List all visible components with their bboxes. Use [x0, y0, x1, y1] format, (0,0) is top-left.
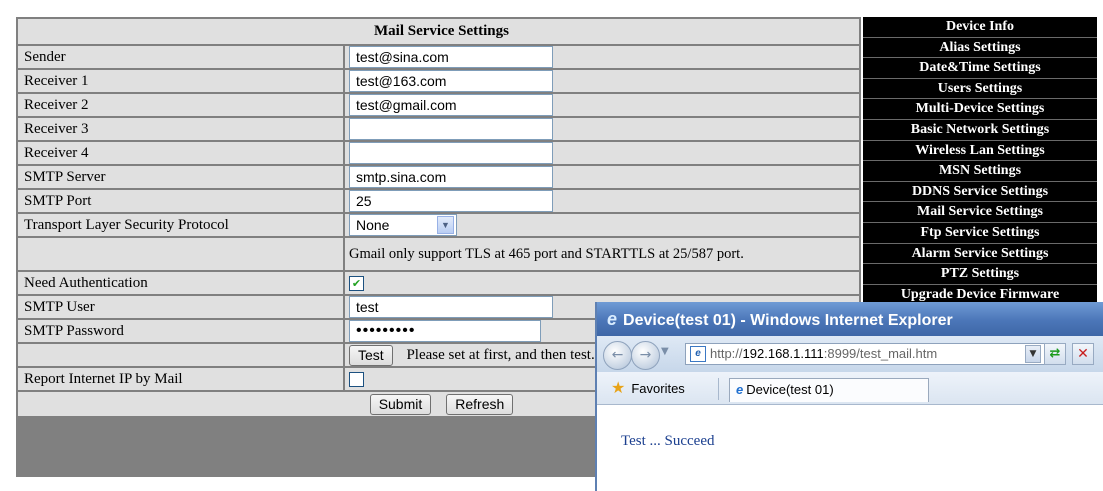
- sender-input[interactable]: test@sina.com: [349, 46, 553, 68]
- tab-label: Device(test 01): [746, 382, 834, 397]
- tls-label: Transport Layer Security Protocol: [18, 214, 343, 236]
- smtp-server-label: SMTP Server: [18, 166, 343, 188]
- receiver4-input[interactable]: [349, 142, 553, 164]
- ie-popup-window: e Device(test 01) - Windows Internet Expl…: [595, 302, 1103, 491]
- receiver2-label: Receiver 2: [18, 94, 343, 116]
- history-dropdown-icon[interactable]: ▼: [661, 346, 669, 357]
- ie-logo-icon: e: [607, 309, 618, 329]
- smtp-port-label: SMTP Port: [18, 190, 343, 212]
- stop-icon[interactable]: ✕: [1072, 343, 1094, 365]
- refresh-icon[interactable]: ⇄: [1044, 343, 1066, 365]
- smtp-password-input[interactable]: •••••••••: [349, 320, 541, 342]
- refresh-button[interactable]: Refresh: [446, 393, 514, 415]
- url-dropdown-icon[interactable]: ▼: [1025, 345, 1041, 363]
- smtp-user-input[interactable]: test: [349, 296, 553, 318]
- forward-arrow-icon[interactable]: →: [631, 341, 660, 370]
- checkmark-icon: ✔: [351, 276, 362, 290]
- receiver4-label: Receiver 4: [18, 142, 343, 164]
- tab-ie-icon: e: [736, 382, 744, 397]
- toolbar-separator: [718, 378, 719, 400]
- tls-note-spacer: [18, 238, 343, 270]
- test-row-spacer: [18, 344, 343, 366]
- favorites-button[interactable]: ★ Favorites: [611, 379, 685, 398]
- nav-item-basic-network-settings[interactable]: Basic Network Settings: [863, 120, 1097, 141]
- nav-item-ptz-settings[interactable]: PTZ Settings: [863, 264, 1097, 285]
- need-auth-checkbox[interactable]: ✔: [349, 275, 364, 291]
- sender-label: Sender: [18, 46, 343, 68]
- nav-item-datetime-settings[interactable]: Date&Time Settings: [863, 58, 1097, 79]
- nav-item-alias-settings[interactable]: Alias Settings: [863, 38, 1097, 59]
- smtp-port-input[interactable]: 25: [349, 190, 553, 212]
- settings-nav-menu: Device Info Alias Settings Date&Time Set…: [863, 17, 1097, 307]
- smtp-server-input[interactable]: smtp.sina.com: [349, 166, 553, 188]
- nav-item-ddns-service-settings[interactable]: DDNS Service Settings: [863, 182, 1097, 203]
- dropdown-arrow-icon[interactable]: ▼: [437, 216, 454, 234]
- nav-item-msn-settings[interactable]: MSN Settings: [863, 161, 1097, 182]
- submit-button[interactable]: Submit: [369, 393, 432, 415]
- url-prefix: http://: [710, 346, 743, 361]
- nav-item-alarm-service-settings[interactable]: Alarm Service Settings: [863, 244, 1097, 265]
- ie-favorites-bar: ★ Favorites e Device(test 01): [597, 372, 1103, 405]
- favorites-star-icon: ★: [611, 378, 626, 397]
- test-button[interactable]: Test: [349, 344, 393, 366]
- tls-select[interactable]: None ▼: [349, 214, 457, 236]
- nav-item-ftp-service-settings[interactable]: Ftp Service Settings: [863, 223, 1097, 244]
- test-result-text: Test ... Succeed: [621, 433, 715, 449]
- receiver1-label: Receiver 1: [18, 70, 343, 92]
- ie-window-title: Device(test 01) - Windows Internet Explo…: [623, 312, 953, 329]
- tls-selected-value: None: [356, 217, 390, 233]
- browser-tab[interactable]: e Device(test 01): [729, 378, 929, 402]
- report-ip-label: Report Internet IP by Mail: [18, 368, 343, 390]
- test-note: Please set at first, and then test.: [406, 346, 595, 363]
- back-arrow-icon[interactable]: ←: [603, 341, 632, 370]
- url-field[interactable]: e http://192.168.1.111:8999/test_mail.ht…: [685, 343, 1045, 365]
- report-ip-checkbox[interactable]: [349, 371, 364, 387]
- ie-address-bar: ← → ▼ e http://192.168.1.111:8999/test_m…: [597, 336, 1103, 372]
- receiver1-input[interactable]: test@163.com: [349, 70, 553, 92]
- url-path: :8999/test_mail.htm: [823, 346, 938, 361]
- smtp-password-label: SMTP Password: [18, 320, 343, 342]
- nav-item-multi-device-settings[interactable]: Multi-Device Settings: [863, 99, 1097, 120]
- receiver2-input[interactable]: test@gmail.com: [349, 94, 553, 116]
- nav-item-mail-service-settings[interactable]: Mail Service Settings: [863, 202, 1097, 223]
- ie-page-content: Test ... Succeed: [597, 405, 1103, 450]
- ie-title-bar[interactable]: e Device(test 01) - Windows Internet Expl…: [597, 302, 1103, 336]
- url-host: 192.168.1.111: [742, 346, 824, 361]
- receiver3-input[interactable]: [349, 118, 553, 140]
- favorites-label: Favorites: [631, 381, 685, 396]
- receiver3-label: Receiver 3: [18, 118, 343, 140]
- page-icon: e: [690, 346, 706, 362]
- nav-item-wireless-lan-settings[interactable]: Wireless Lan Settings: [863, 141, 1097, 162]
- nav-item-users-settings[interactable]: Users Settings: [863, 79, 1097, 100]
- nav-item-device-info[interactable]: Device Info: [863, 17, 1097, 38]
- smtp-user-label: SMTP User: [18, 296, 343, 318]
- tls-note: Gmail only support TLS at 465 port and S…: [345, 238, 859, 270]
- panel-title: Mail Service Settings: [18, 19, 859, 44]
- need-auth-label: Need Authentication: [18, 272, 343, 294]
